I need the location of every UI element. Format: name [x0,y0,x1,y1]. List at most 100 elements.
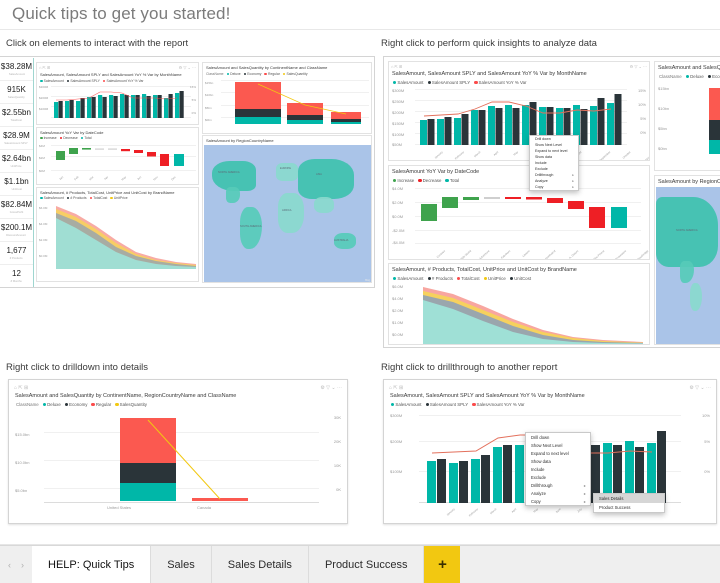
tab-sales-details[interactable]: Sales Details [211,546,309,583]
visual-map-edge[interactable]: SalesAmount by RegionCountryName NORTH A… [654,175,720,345]
kpi-value: 915K [7,84,26,94]
tab-label: Sales [167,558,195,571]
add-page-button[interactable]: + [424,546,461,583]
caption-top-right: Right click to perform quick insights to… [381,38,597,49]
tab-label: Product Success [324,558,408,571]
prev-page-icon[interactable]: ‹ [8,560,11,570]
map-canvas[interactable]: NORTH AMERICA EUROPE ASIA AFRICA SOUTH A… [204,145,371,282]
kpi-label: GrossProfit [9,209,24,214]
visual-column-yoy-large[interactable]: ⌂ ⇱ ⊞ ⚙ ▽ ⌄ ⋯ SalesAmount, SalesAmount S… [388,61,650,161]
visual-waterfall[interactable]: SalesAmount YoY Var by DateCode Increase… [36,127,199,185]
visual-area-brand-large[interactable]: SalesAmount, # Products, TotalCost, Unit… [388,263,650,345]
visual-column-yoy[interactable]: ⌂ ⇱ ⊞ ⚙ ▽ ⌄ ⋯ SalesAmount, SalesAmount S… [36,62,199,125]
focus-icons[interactable]: ⌂ ⇱ ⊞ [391,64,402,69]
submenu-item-product-success[interactable]: Product Success [594,503,664,512]
kpi-card[interactable]: $2.64bn UnitPrice [0,150,33,173]
context-menu-label: Exclude [535,167,548,171]
legend-label: SalesAmount [43,79,64,83]
context-menu-item[interactable]: Analyze ▸ [526,489,590,497]
context-submenu[interactable]: Sales Details Product Success [593,493,665,513]
kpi-card[interactable]: 1,677 # Products [0,242,33,265]
stacked-svg [709,88,720,154]
visual-legend[interactable]: SalesAmount # Products TotalCost UnitPri… [393,276,531,281]
context-menu-label: Copy [535,185,544,189]
more-icons[interactable]: ⚙ ▽ ⌄ ⋯ [689,385,711,391]
chevron-right-icon: ▸ [572,173,574,177]
kpi-card[interactable]: $82.84M GrossProfit [0,196,33,219]
focus-icons[interactable]: ⌂ ⇱ ⊞ [14,385,28,391]
visual-toolbar[interactable]: ⌂ ⇱ ⊞ ⚙ ▽ ⌄ ⋯ [12,383,344,392]
kpi-card[interactable]: 915K SalesQuantity [0,81,33,104]
more-icons[interactable]: ⚙ ▽ ⌄ ⋯ [179,65,196,70]
legend-label: SalesAmount [397,80,424,85]
map-canvas[interactable]: NORTH AMERICA [656,187,720,344]
tab-help-quick-tips[interactable]: HELP: Quick Tips [32,546,152,583]
visual-legend[interactable]: ClassName Deluxe Economy Regular SalesQu… [206,72,308,76]
focus-icons[interactable]: ⌂ ⇱ ⊞ [39,65,50,70]
context-menu[interactable]: Drill down Show Next Level Expand to nex… [525,432,591,506]
legend-label: # Products [431,276,453,281]
next-page-icon[interactable]: › [21,560,24,570]
legend-label: ClassName [206,72,224,76]
visual-title: SalesAmount by RegionCountryName [206,138,274,143]
visual-drilldown-column[interactable]: ⌂ ⇱ ⊞ ⚙ ▽ ⌄ ⋯ SalesAmount and SalesQuant… [12,383,344,520]
more-icons[interactable]: ⚙ ▽ ⌄ ⋯ [320,385,342,391]
visual-legend[interactable]: SalesAmount SalesAmount SPLY SalesAmount… [391,402,524,407]
legend-label: Decrease [422,178,442,183]
panel-interact-report[interactable]: $38.28M SalesAmount 915K SalesQuantity $… [0,56,375,288]
tab-sales[interactable]: Sales [151,546,212,583]
kpi-card[interactable]: $2.55bn TotalCost [0,104,33,127]
map-label: NORTH AMERICA [676,229,698,232]
visual-legend[interactable]: SalesAmount SalesAmount SPLY SalesAmount… [40,79,144,83]
context-menu[interactable]: Drill down Show Next Level Expand to nex… [529,135,579,191]
context-menu-item[interactable]: Expand to next level [526,449,590,457]
context-menu-item[interactable]: Copy ▸ [526,497,590,505]
kpi-card[interactable]: $28.9M SalesAmount SPLY [0,127,33,150]
visual-stacked-class[interactable]: SalesAmount and SalesQuantity by Contine… [202,62,372,134]
kpi-card[interactable]: 12 # Months [0,265,33,287]
kpi-value: $2.64bn [2,153,31,163]
context-menu-label: Analyze [535,179,548,183]
kpi-card[interactable]: $200.1M DiscountAmount [0,219,33,242]
visual-toolbar[interactable]: ⌂ ⇱ ⊞ ⚙ ▽ ⌄ ⋯ [387,383,713,392]
plot-area [52,204,197,269]
visual-stacked-class-edge[interactable]: SalesAmount and SalesQuantity by Contine… [654,61,720,171]
more-icons[interactable]: ⚙ ▽ ⌄ ⋯ [630,64,647,69]
visual-toolbar[interactable]: ⌂ ⇱ ⊞ ⚙ ▽ ⌄ ⋯ [389,62,649,70]
kpi-card[interactable]: $38.28M SalesAmount [0,58,33,81]
visual-legend[interactable]: ClassName Deluxe Economy Regular [659,74,720,79]
context-menu-item[interactable]: Copy ▸ [530,184,578,190]
panel-quick-insights-report[interactable]: ⌂ ⇱ ⊞ ⚙ ▽ ⌄ ⋯ SalesAmount, SalesAmount S… [383,56,720,348]
legend-label: # Products [70,196,87,200]
tab-nav-arrows[interactable]: ‹ › [0,546,32,583]
quick-tips-page: Quick tips to get you started! Click on … [0,0,720,583]
panel-drillthrough-report[interactable]: ⌂ ⇱ ⊞ ⚙ ▽ ⌄ ⋯ SalesAmount, SalesAmount S… [383,379,717,524]
visual-legend[interactable]: SalesAmount SalesAmount SPLY SalesAmount… [393,80,526,85]
context-menu-item-drillthrough[interactable]: Drillthrough ▸ [526,481,590,489]
tab-product-success[interactable]: Product Success [308,546,425,583]
visual-area-brand[interactable]: SalesAmount, # Products, TotalCost, Unit… [36,187,199,282]
context-menu-item[interactable]: Exclude [526,473,590,481]
context-menu-item[interactable]: Show data [526,457,590,465]
context-menu-item[interactable]: Drill down [526,433,590,441]
visual-map[interactable]: SalesAmount by RegionCountryName NORTH A… [202,135,372,283]
context-menu-item[interactable]: Include [526,465,590,473]
submenu-item-sales-details[interactable]: Sales Details [594,494,664,503]
y-tick: $200M [390,439,403,444]
kpi-card[interactable]: $1.1bn UnitCost [0,173,33,196]
visual-legend[interactable]: SalesAmount # Products TotalCost UnitPri… [40,196,128,200]
legend-label: SalesQuantity [286,72,308,76]
context-menu-label: Drillthrough [531,482,553,488]
submenu-label: Sales Details [599,496,624,501]
legend-label: Total [84,136,92,140]
visual-legend[interactable]: ClassName Deluxe Economy Regular SalesQu… [16,402,147,407]
focus-icons[interactable]: ⌂ ⇱ ⊞ [389,385,403,391]
visual-legend[interactable]: Increase Decrease Total [393,178,459,183]
kpi-value: $38.28M [0,61,33,71]
context-menu-item[interactable]: Show Next Level [526,441,590,449]
panel-drilldown-report[interactable]: ⌂ ⇱ ⊞ ⚙ ▽ ⌄ ⋯ SalesAmount and SalesQuant… [8,379,348,524]
chevron-right-icon: ▸ [572,185,574,189]
visual-legend[interactable]: Increase Decrease Total [40,136,91,140]
visual-toolbar[interactable]: ⌂ ⇱ ⊞ ⚙ ▽ ⌄ ⋯ [37,63,198,71]
visual-waterfall-large[interactable]: SalesAmount YoY Var by DateCode Increase… [388,165,650,260]
